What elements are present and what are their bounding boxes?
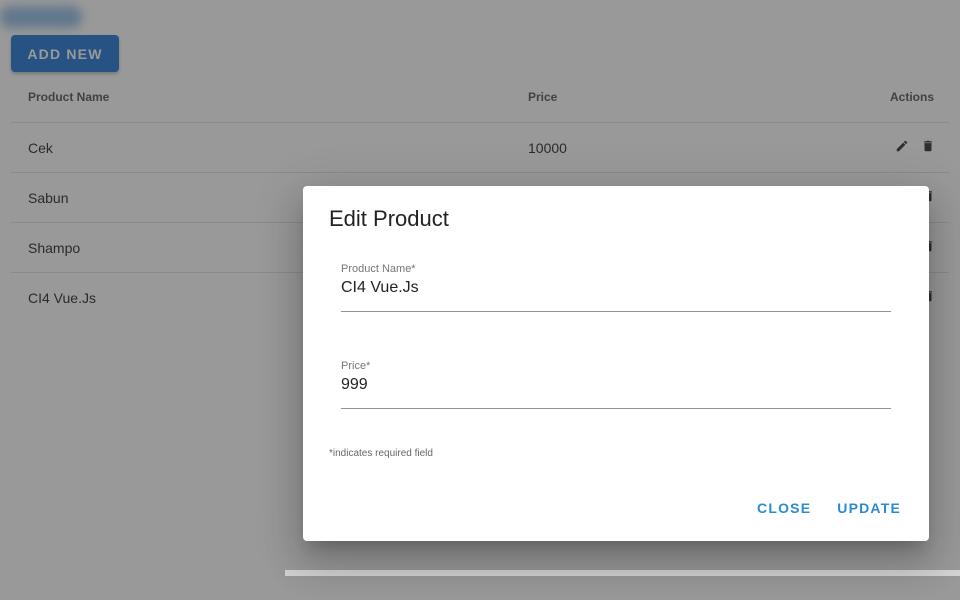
update-button[interactable]: UPDATE (829, 494, 909, 522)
bottom-edge-bar (285, 570, 960, 576)
price-field: Price* (341, 360, 891, 409)
page: ADD NEW Product Name Price Actions Cek 1… (0, 0, 960, 600)
dialog-title: Edit Product (329, 206, 449, 231)
product-name-input[interactable] (341, 279, 891, 297)
price-label: Price* (341, 360, 371, 372)
required-hint: *indicates required field (329, 448, 433, 459)
price-input[interactable] (341, 376, 891, 394)
close-button[interactable]: CLOSE (749, 494, 819, 522)
edit-product-dialog: Edit Product Product Name* Price* *indic… (303, 186, 929, 541)
dialog-actions: CLOSE UPDATE (749, 494, 909, 522)
product-name-label: Product Name* (341, 263, 416, 275)
product-name-field: Product Name* (341, 263, 891, 312)
